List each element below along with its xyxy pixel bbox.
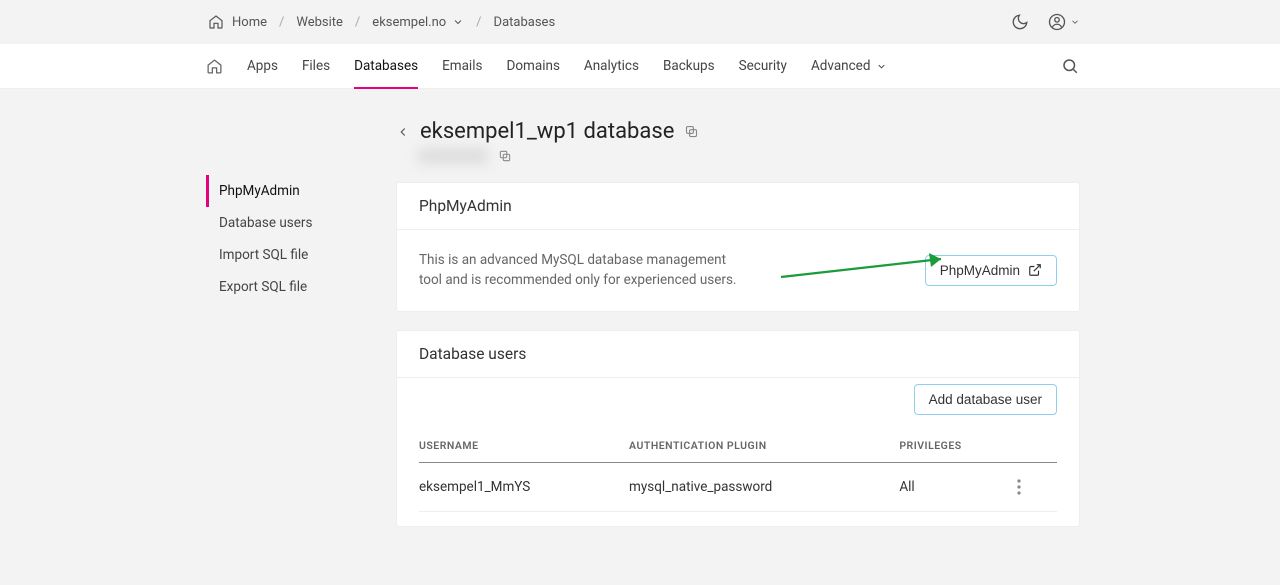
breadcrumb-separator: /: [355, 15, 360, 30]
breadcrumb-website[interactable]: Website: [296, 15, 343, 30]
nav-home-icon[interactable]: [206, 58, 223, 75]
account-menu[interactable]: [1048, 12, 1080, 32]
cell-auth-plugin: mysql_native_password: [629, 462, 899, 511]
breadcrumb-domain[interactable]: eksempel.no: [372, 15, 464, 30]
cell-username: eksempel1_MmYS: [419, 462, 629, 511]
database-users-card: Database users Add database user USERNAM…: [396, 330, 1080, 527]
sidebar: PhpMyAdmin Database users Import SQL fil…: [206, 119, 366, 303]
nav-analytics[interactable]: Analytics: [584, 44, 639, 88]
nav-domains[interactable]: Domains: [506, 44, 559, 88]
home-icon: [206, 58, 223, 75]
database-users-card-title: Database users: [397, 331, 1079, 378]
cell-privileges: All: [899, 462, 1017, 511]
open-phpmyadmin-button[interactable]: PhpMyAdmin: [925, 255, 1057, 286]
sidebar-item-import-sql[interactable]: Import SQL file: [206, 239, 366, 271]
chevron-down-icon: [452, 16, 464, 28]
copy-host-button[interactable]: [498, 149, 512, 163]
breadcrumb-separator: /: [279, 15, 284, 30]
copy-title-button[interactable]: [684, 124, 699, 139]
nav-files[interactable]: Files: [302, 44, 330, 88]
phpmyadmin-card-title: PhpMyAdmin: [397, 183, 1079, 230]
open-phpmyadmin-label: PhpMyAdmin: [940, 263, 1020, 278]
dark-mode-toggle[interactable]: [1010, 12, 1030, 32]
nav-backups[interactable]: Backups: [663, 44, 715, 88]
nav-databases[interactable]: Databases: [354, 45, 418, 89]
nav-security[interactable]: Security: [739, 44, 787, 88]
copy-icon: [498, 149, 512, 163]
breadcrumb: Home / Website / eksempel.no / Databases: [206, 12, 555, 32]
user-icon: [1048, 13, 1066, 31]
home-icon: [206, 12, 226, 32]
col-auth-plugin: AUTHENTICATION PLUGIN: [629, 429, 899, 463]
more-vertical-icon: [1017, 479, 1021, 495]
chevron-down-icon: [1070, 17, 1080, 27]
external-link-icon: [1028, 263, 1042, 277]
nav-apps[interactable]: Apps: [247, 44, 278, 88]
search-button[interactable]: [1060, 56, 1080, 76]
chevron-down-icon: [876, 61, 887, 72]
breadcrumb-separator: /: [476, 15, 481, 30]
search-icon: [1061, 57, 1079, 75]
obscured-host-value: [418, 148, 488, 164]
sidebar-item-database-users[interactable]: Database users: [206, 207, 366, 239]
nav-advanced-label: Advanced: [811, 58, 871, 74]
page-title: eksempel1_wp1 database: [420, 119, 674, 144]
phpmyadmin-card: PhpMyAdmin This is an advanced MySQL dat…: [396, 182, 1080, 312]
col-privileges: PRIVILEGES: [899, 429, 1017, 463]
col-username: USERNAME: [419, 429, 629, 463]
copy-icon: [684, 124, 699, 139]
breadcrumb-home[interactable]: Home: [206, 12, 267, 32]
sidebar-item-export-sql[interactable]: Export SQL file: [206, 271, 366, 303]
add-database-user-button[interactable]: Add database user: [914, 384, 1057, 415]
back-button[interactable]: [396, 125, 410, 139]
nav-emails[interactable]: Emails: [442, 44, 482, 88]
breadcrumb-databases[interactable]: Databases: [494, 15, 556, 30]
chevron-left-icon: [396, 125, 410, 139]
table-row: eksempel1_MmYS mysql_native_password All: [419, 462, 1057, 511]
breadcrumb-domain-label: eksempel.no: [372, 15, 446, 30]
database-users-table: USERNAME AUTHENTICATION PLUGIN PRIVILEGE…: [419, 429, 1057, 512]
breadcrumb-home-label: Home: [232, 15, 267, 30]
sidebar-item-phpmyadmin[interactable]: PhpMyAdmin: [206, 175, 366, 207]
moon-icon: [1011, 13, 1029, 31]
row-actions-menu[interactable]: [1017, 462, 1057, 511]
phpmyadmin-description: This is an advanced MySQL database manag…: [419, 250, 739, 291]
nav-advanced[interactable]: Advanced: [811, 44, 888, 88]
